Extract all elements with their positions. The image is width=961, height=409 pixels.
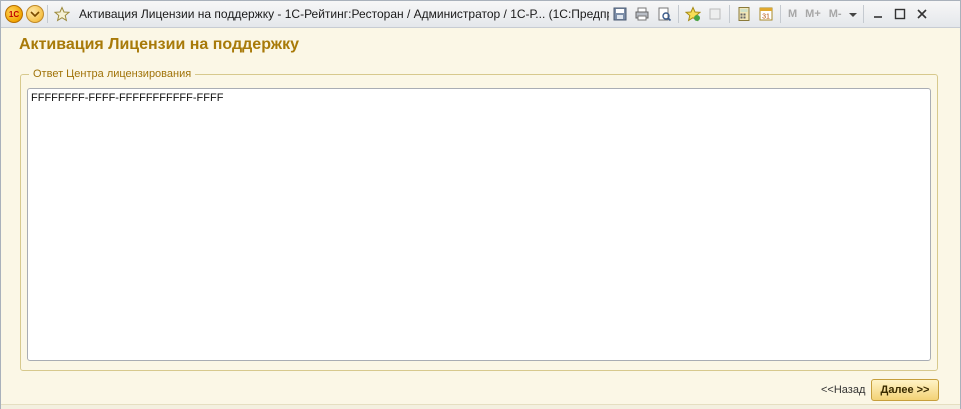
close-icon[interactable] [911,3,933,25]
memory-plus-button[interactable]: M+ [801,8,825,20]
memory-m-button[interactable]: M [784,8,801,20]
separator [678,5,679,23]
memory-minus-button[interactable]: M- [825,8,846,20]
back-button[interactable]: <<Назад [821,384,865,396]
separator [780,5,781,23]
print-icon[interactable] [631,3,653,25]
main-menu-icon[interactable] [26,5,44,23]
separator [47,5,48,23]
save-icon[interactable] [609,3,631,25]
window-title: Активация Лицензии на поддержку - 1С-Рей… [79,7,609,21]
chevron-down-icon[interactable] [846,3,860,25]
separator [729,5,730,23]
bottom-bar [1,404,960,409]
maximize-icon[interactable] [889,3,911,25]
add-favorite-icon[interactable] [682,3,704,25]
next-button[interactable]: Далее >> [871,379,939,401]
title-bar: 1С Активация Лицензии на поддержку - 1С-… [1,1,960,28]
logo-text: 1С [8,9,20,19]
separator [862,5,864,23]
history-icon[interactable] [704,3,726,25]
app-logo-icon[interactable]: 1С [5,5,23,23]
license-response-field[interactable]: FFFFFFFF-FFFF-FFFFFFFFFFF-FFFF [27,88,931,361]
favorites-star-icon[interactable] [51,3,73,25]
app-window: 1С Активация Лицензии на поддержку - 1С-… [0,0,961,409]
calculator-icon[interactable] [733,3,755,25]
svg-text:31: 31 [762,14,770,21]
print-preview-icon[interactable] [653,3,675,25]
calendar-icon[interactable]: 31 [755,3,777,25]
minimize-icon[interactable] [867,3,889,25]
license-response-value: FFFFFFFF-FFFF-FFFFFFFFFFF-FFFF [31,92,224,104]
page-title: Активация Лицензии на поддержку [19,36,299,53]
group-label: Ответ Центра лицензирования [29,68,196,80]
